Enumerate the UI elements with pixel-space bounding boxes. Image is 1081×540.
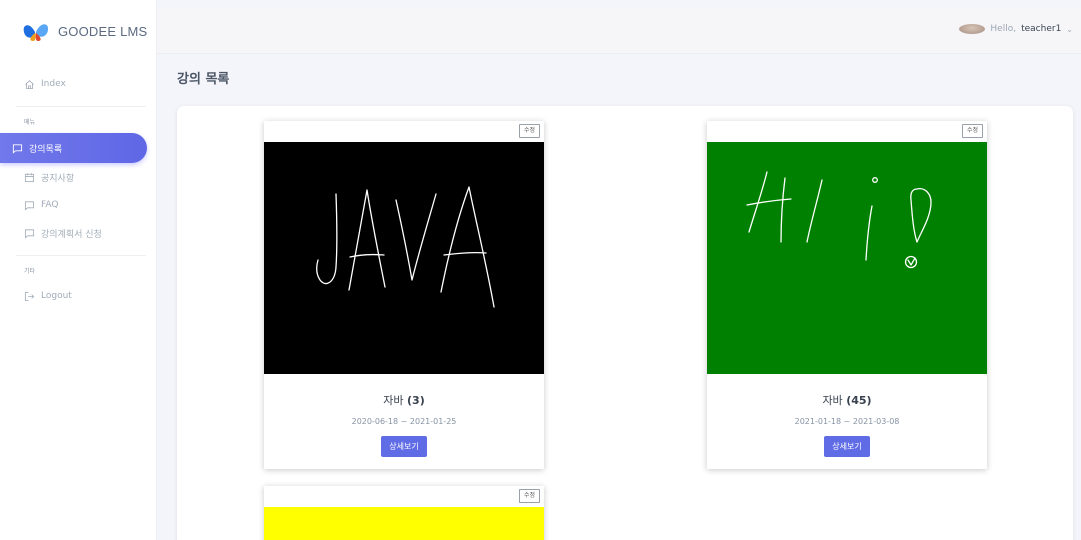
sidebar-item-course-list[interactable]: 강의목록 [0, 133, 147, 163]
sidebar-item-label: Index [41, 79, 66, 89]
card-header: 수정 [264, 486, 544, 507]
butterfly-logo-icon [22, 20, 50, 42]
course-card: 수정 [264, 486, 544, 540]
course-thumbnail[interactable] [707, 142, 987, 374]
course-list-panel: 수정 자바 (3) 2020-06-18 ~ 2021-01-25 상세보기 수… [177, 106, 1073, 540]
other-section-header: 기타 [24, 267, 36, 275]
course-name: 자바 [383, 394, 404, 407]
sidebar-item-label: 강의목록 [29, 144, 63, 155]
card-header: 수정 [707, 121, 987, 142]
course-card: 수정 자바 (3) 2020-06-18 ~ 2021-01-25 상세보기 [264, 121, 544, 469]
sidebar-item-logout[interactable]: Logout [0, 282, 156, 310]
edit-button[interactable]: 수정 [518, 124, 540, 138]
greeting-text: Hello, [990, 24, 1017, 34]
sidebar-item-label: 공지사항 [41, 173, 75, 184]
course-title: 자바 (3) [264, 392, 544, 408]
card-body: 자바 (45) 2021-01-18 ~ 2021-03-08 상세보기 [707, 374, 987, 469]
brand[interactable]: GOODEE LMS [0, 0, 156, 62]
avatar[interactable] [959, 24, 986, 34]
sidebar-item-syllabus-request[interactable]: 강의계획서 신청 [0, 219, 156, 247]
divider [16, 106, 146, 107]
course-title: 자바 (45) [707, 392, 987, 408]
sidebar-item-notices[interactable]: 공지사항 [0, 163, 156, 191]
edit-button[interactable]: 수정 [961, 124, 983, 138]
chat-bubble-icon [24, 228, 35, 239]
card-header: 수정 [264, 121, 544, 142]
course-thumbnail[interactable] [264, 142, 544, 374]
course-dates: 2020-06-18 ~ 2021-01-25 [351, 417, 457, 426]
logout-icon [24, 291, 35, 302]
sidebar: GOODEE LMS Index 메뉴 강의목록 공지사항 FAQ 강의계획서 … [0, 0, 157, 540]
chevron-down-icon[interactable]: ⌄ [1066, 25, 1073, 34]
view-details-button[interactable]: 상세보기 [824, 436, 870, 457]
sidebar-item-index[interactable]: Index [0, 70, 156, 98]
brand-name: GOODEE LMS [58, 23, 148, 39]
course-dates: 2021-01-18 ~ 2021-03-08 [794, 417, 900, 426]
chat-bubble-icon [12, 143, 23, 154]
sidebar-item-label: 강의계획서 신청 [41, 229, 102, 240]
user-menu[interactable]: Hello, teacher1 ⌄ [959, 24, 1073, 34]
course-card: 수정 자바 (45) 2021-01-18 ~ 2021-03-08 상세보기 [707, 121, 987, 469]
menu-section-header: 메뉴 [24, 118, 36, 126]
username: teacher1 [1021, 24, 1062, 34]
view-details-button[interactable]: 상세보기 [381, 436, 427, 457]
divider [16, 255, 146, 256]
home-icon [24, 79, 35, 90]
course-thumbnail[interactable] [264, 507, 544, 540]
student-count: (45) [846, 394, 872, 407]
sidebar-item-faq[interactable]: FAQ [0, 191, 156, 219]
course-name: 자바 [822, 394, 843, 407]
sidebar-item-label: Logout [41, 291, 72, 301]
page-title: 강의 목록 [177, 72, 230, 87]
calendar-icon [24, 172, 35, 183]
top-navbar: Hello, teacher1 ⌄ [157, 8, 1081, 54]
edit-button[interactable]: 수정 [518, 489, 540, 503]
chat-bubble-icon [24, 200, 35, 211]
student-count: (3) [407, 394, 425, 407]
card-body: 자바 (3) 2020-06-18 ~ 2021-01-25 상세보기 [264, 374, 544, 469]
sidebar-item-label: FAQ [41, 200, 59, 210]
